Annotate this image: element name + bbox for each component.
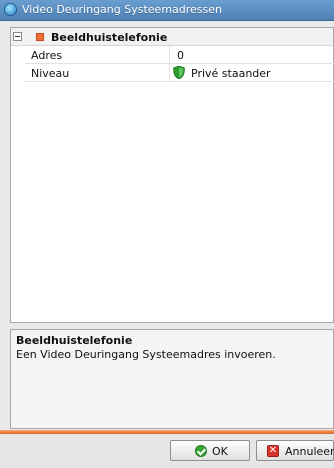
category-label: Beeldhuistelefonie <box>51 31 168 44</box>
dialog-window: Video Deuringang Systeemadressen Beeldhu… <box>0 0 334 468</box>
category-icon <box>36 33 44 41</box>
title-bar[interactable]: Video Deuringang Systeemadressen <box>0 0 334 21</box>
property-value[interactable]: Privé staander <box>191 67 271 80</box>
app-icon <box>4 3 17 16</box>
green-shield-icon <box>173 66 185 79</box>
cancel-button[interactable]: ✕ Annuleer <box>256 440 334 461</box>
property-grid[interactable]: Beeldhuistelefonie Adres 0 Niveau Privé … <box>10 27 334 323</box>
collapse-icon[interactable] <box>13 32 22 41</box>
property-row-niveau[interactable]: Niveau Privé staander <box>25 64 334 82</box>
description-text: Een Video Deuringang Systeemadres invoer… <box>16 348 276 361</box>
property-value[interactable]: 0 <box>177 49 184 62</box>
checkmark-icon <box>195 445 207 457</box>
ok-button[interactable]: OK <box>170 440 250 461</box>
property-name: Adres <box>25 46 170 63</box>
description-panel: Beeldhuistelefonie Een Video Deuringang … <box>10 329 334 429</box>
property-name: Niveau <box>25 64 170 81</box>
description-title: Beeldhuistelefonie <box>16 334 133 347</box>
property-row-adres[interactable]: Adres 0 <box>25 46 334 64</box>
category-row[interactable]: Beeldhuistelefonie <box>11 28 333 46</box>
button-bar: OK ✕ Annuleer <box>0 434 334 468</box>
close-icon: ✕ <box>267 445 279 457</box>
ok-button-label: OK <box>212 445 228 458</box>
window-title: Video Deuringang Systeemadressen <box>22 3 223 16</box>
cancel-button-label: Annuleer <box>285 445 334 458</box>
